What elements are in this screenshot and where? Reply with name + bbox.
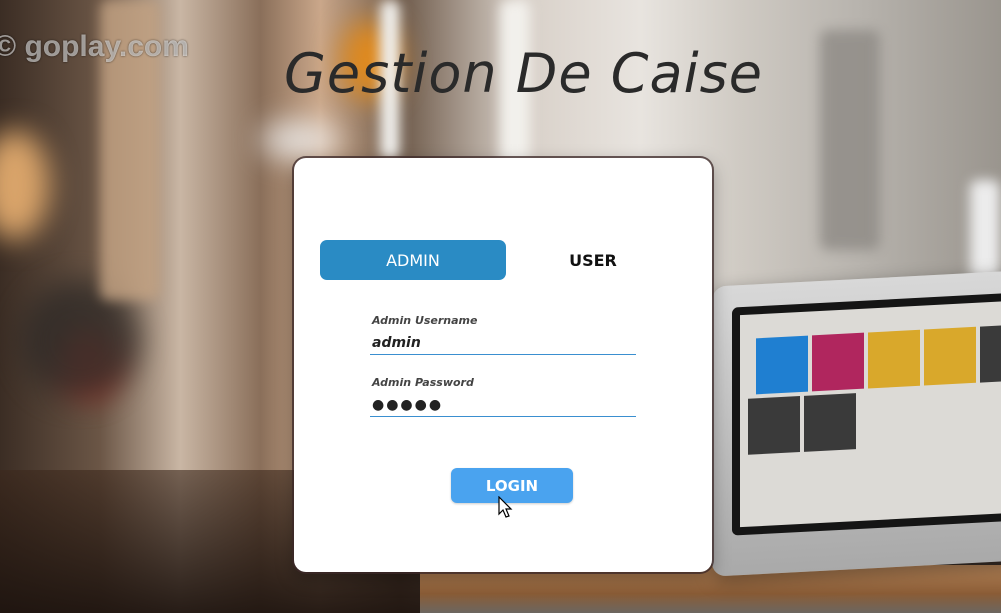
- app-title: Gestion De Caise: [284, 42, 763, 105]
- password-field[interactable]: ●●●●●: [370, 394, 636, 417]
- watermark-text: goplay.com: [24, 30, 189, 63]
- tab-user[interactable]: USER: [530, 240, 656, 280]
- password-label: Admin Password: [372, 376, 474, 389]
- mouse-cursor-icon: [498, 496, 513, 518]
- username-field[interactable]: [370, 332, 636, 355]
- username-label: Admin Username: [372, 314, 478, 327]
- pos-tablet-photo: [712, 269, 1001, 577]
- tab-admin[interactable]: ADMIN: [320, 240, 506, 280]
- watermark: © goplay.com: [0, 30, 189, 63]
